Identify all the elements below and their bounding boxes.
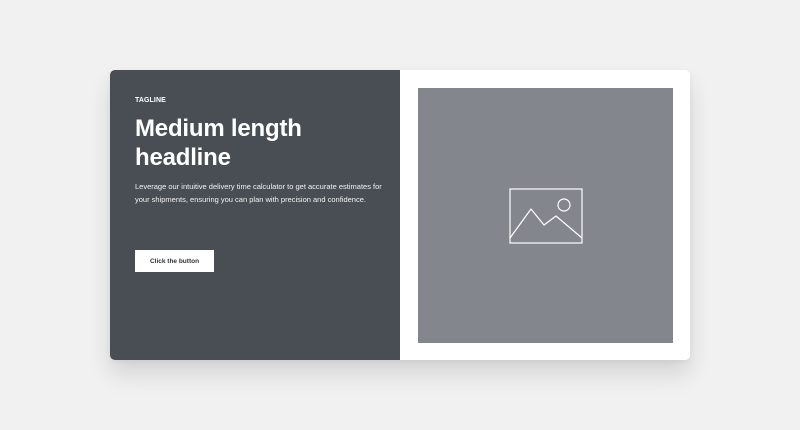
image-placeholder-icon: [509, 188, 583, 244]
image-placeholder: [418, 88, 673, 343]
cta-button[interactable]: Click the button: [135, 250, 214, 272]
headline: Medium length headline: [135, 115, 302, 171]
hero-media-panel: [400, 70, 690, 360]
tagline: TAGLINE: [135, 97, 166, 104]
hero-card: TAGLINE Medium length headline Leverage …: [110, 70, 690, 360]
hero-content-panel: TAGLINE Medium length headline Leverage …: [110, 70, 400, 360]
description: Leverage our intuitive delivery time cal…: [135, 182, 382, 204]
